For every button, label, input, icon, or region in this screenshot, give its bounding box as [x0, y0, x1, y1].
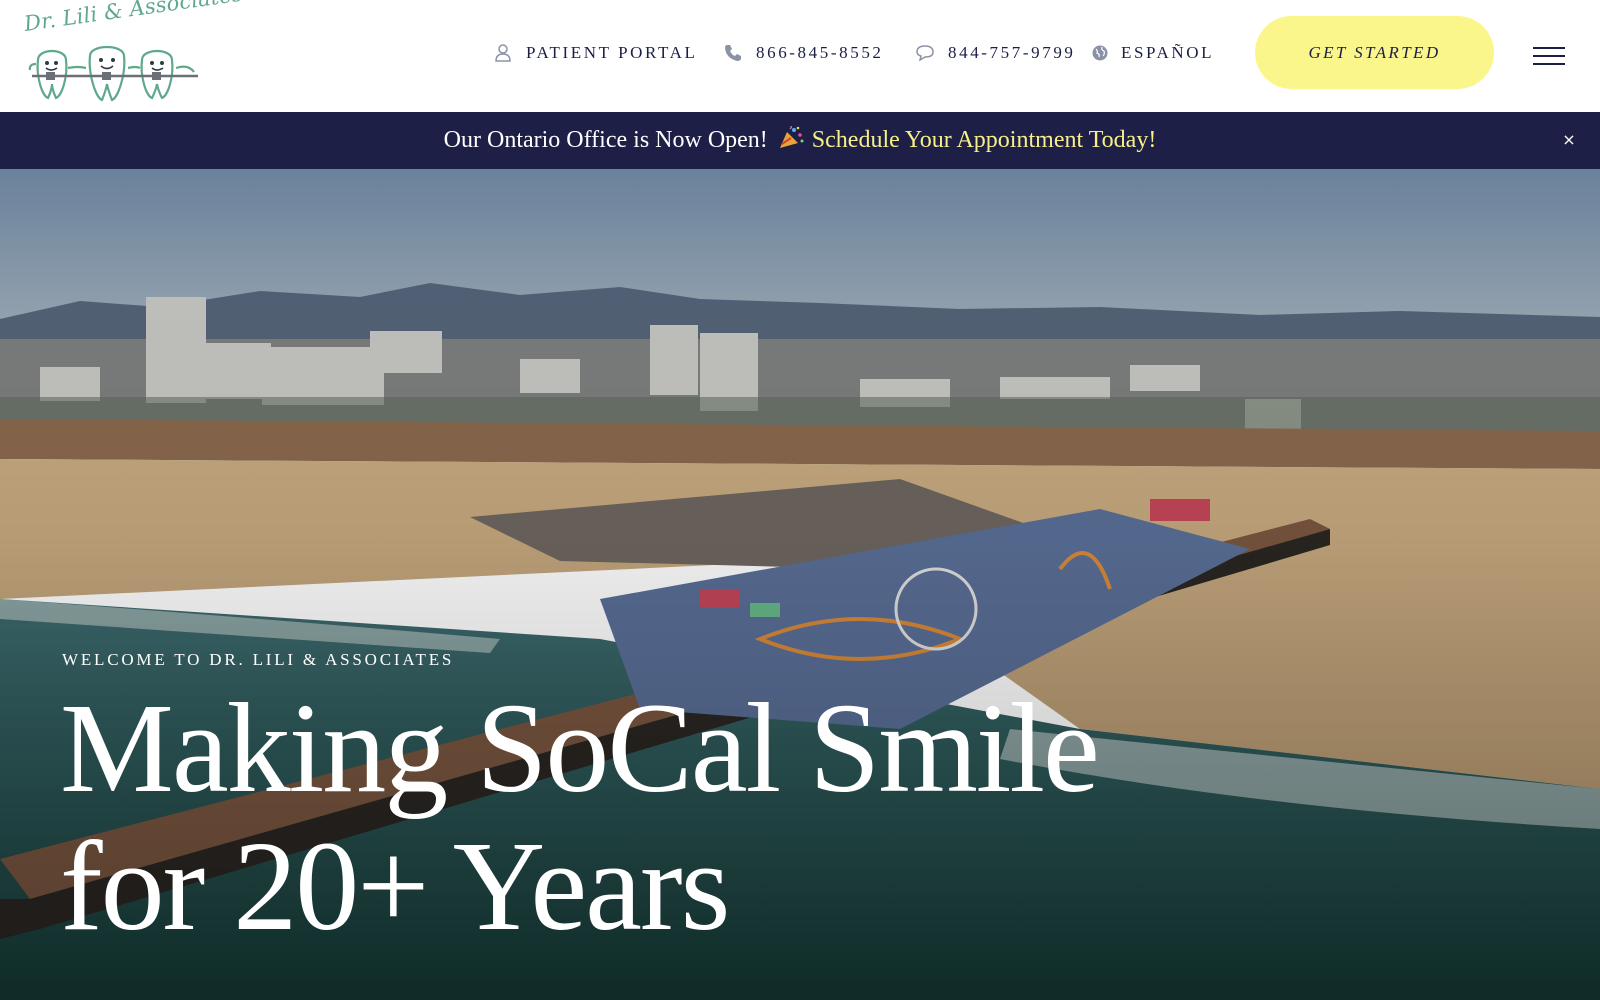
patient-portal-label: PATIENT PORTAL [526, 43, 698, 62]
nav-patient-portal[interactable]: PATIENT PORTAL [492, 36, 697, 70]
site-header: Dr. Lili & Associates PATIENT PORTAL 866… [0, 0, 1600, 112]
user-icon [492, 42, 514, 64]
hero-eyebrow: WELCOME TO DR. LILI & ASSOCIATES [62, 650, 455, 669]
hero-section: WELCOME TO DR. LILI & ASSOCIATES Making … [0, 169, 1600, 1000]
chat-bubble-icon [914, 42, 936, 64]
phone-icon [722, 42, 744, 64]
nav-text-number[interactable]: 844-757-9799 [914, 36, 1076, 70]
text-number: 844-757-9799 [948, 43, 1076, 62]
language-label: ESPAÑOL [1121, 43, 1215, 62]
close-banner-button[interactable]: × [1560, 130, 1578, 150]
schedule-appointment-link[interactable]: Schedule Your Appointment Today! [812, 127, 1157, 154]
get-started-label: GET STARTED [1308, 42, 1441, 62]
globe-icon [1089, 42, 1111, 64]
announcement-banner: Our Ontario Office is Now Open! Schedule… [0, 112, 1600, 169]
logo-script-text: Dr. Lili & Associates [22, 0, 245, 37]
banner-message: Our Ontario Office is Now Open! [443, 127, 768, 153]
nav-language-toggle[interactable]: ESPAÑOL [1089, 36, 1214, 70]
smiling-teeth-logo-icon [28, 46, 198, 102]
hamburger-menu-icon[interactable] [1533, 44, 1567, 68]
get-started-button[interactable]: GET STARTED [1255, 16, 1494, 89]
brand-logo[interactable]: Dr. Lili & Associates [22, 0, 244, 106]
phone-number: 866-845-8552 [756, 43, 884, 62]
nav-phone[interactable]: 866-845-8552 [722, 36, 884, 70]
hero-headline: Making SoCal Smile for 20+ Years [60, 679, 1160, 955]
hero-headline-line-1: Making SoCal Smile [60, 677, 1100, 819]
hero-headline-line-2: for 20+ Years [60, 815, 730, 957]
party-popper-icon [778, 124, 804, 155]
